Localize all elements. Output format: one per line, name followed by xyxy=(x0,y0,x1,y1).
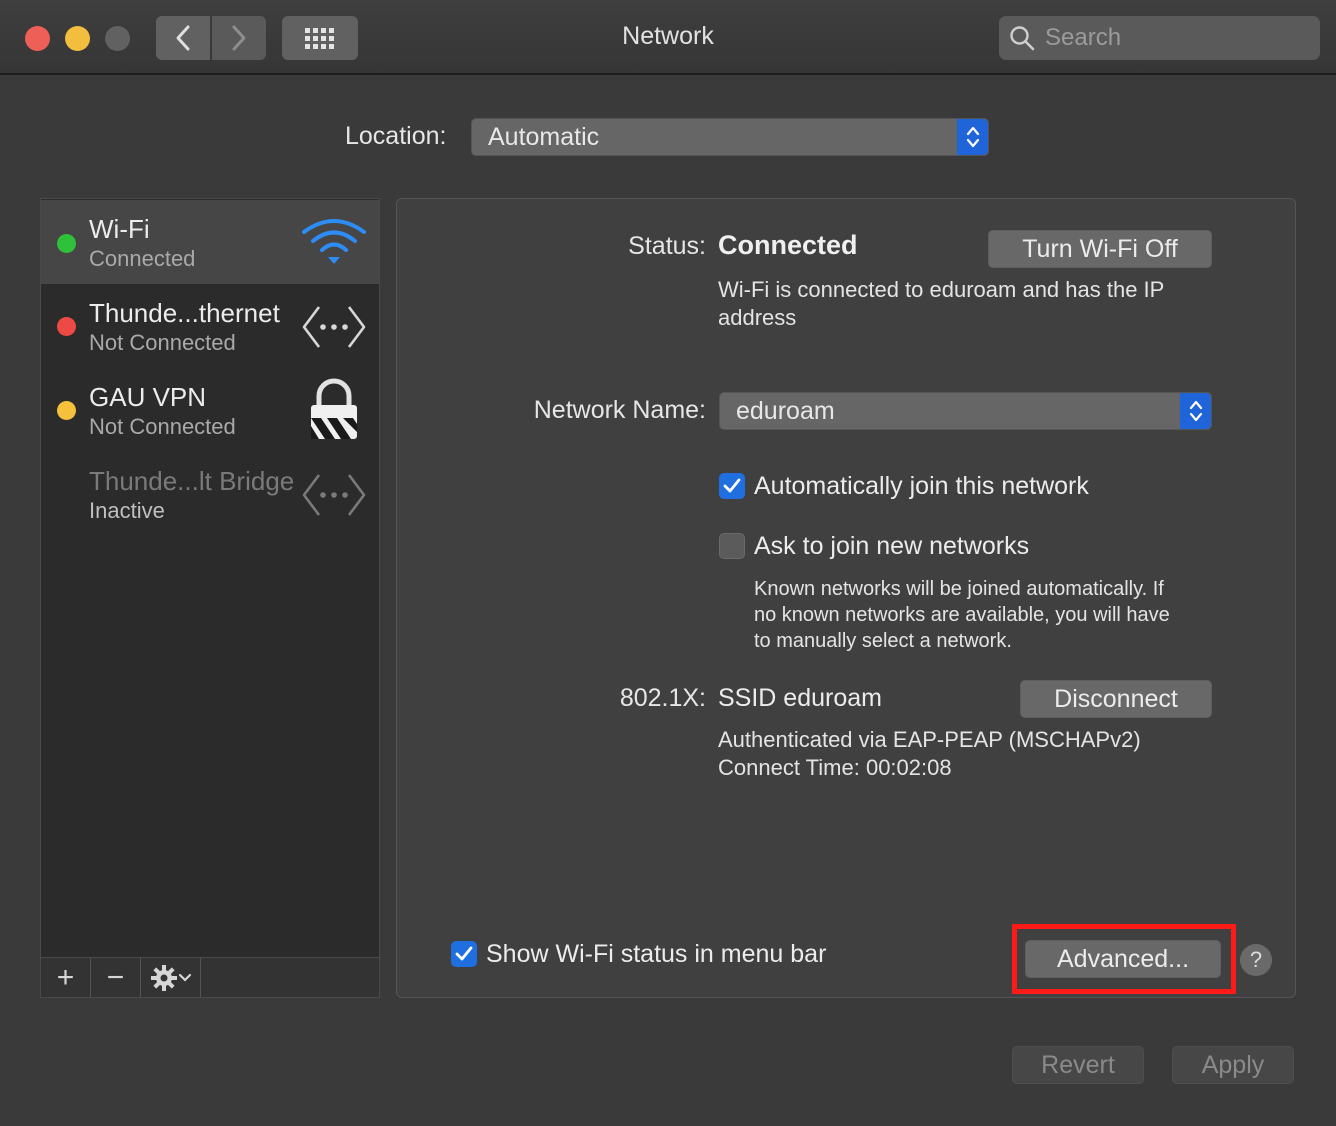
up-down-chevron-icon xyxy=(1189,400,1202,422)
gear-icon xyxy=(150,964,177,991)
status-dot xyxy=(57,401,76,420)
service-name: Thunde...thernet xyxy=(89,298,280,328)
help-button[interactable]: ? xyxy=(1240,944,1272,976)
show-status-label[interactable]: Show Wi-Fi status in menu bar xyxy=(486,940,826,969)
status-label: Status: xyxy=(628,232,706,260)
service-list: Wi-Fi Connected Thunde...thernet Not Con… xyxy=(40,198,380,958)
turn-wifi-off-button[interactable]: Turn Wi-Fi Off xyxy=(988,230,1212,268)
auto-join-label[interactable]: Automatically join this network xyxy=(754,472,1089,501)
ask-join-checkbox[interactable] xyxy=(719,533,745,559)
add-service-button[interactable]: + xyxy=(41,958,91,997)
status-dot xyxy=(57,234,76,253)
network-name-label: Network Name: xyxy=(533,396,706,424)
remove-service-button[interactable]: − xyxy=(91,958,141,997)
ask-join-help-line3: to manually select a network. xyxy=(754,630,1012,652)
search-input[interactable] xyxy=(1043,23,1307,53)
search-icon xyxy=(1010,26,1035,51)
status-description-line1: Wi-Fi is connected to eduroam and has th… xyxy=(718,277,1165,302)
service-name: GAU VPN xyxy=(89,382,207,412)
service-list-toolbar: + − xyxy=(40,957,380,998)
dot1x-value: SSID eduroam xyxy=(718,684,882,712)
service-item-gau-vpn[interactable]: GAU VPN Not Connected xyxy=(41,368,379,452)
lock-icon xyxy=(311,378,357,439)
highlight-box xyxy=(1012,924,1236,994)
ask-join-help-line1: Known networks will be joined automatica… xyxy=(754,578,1164,600)
revert-button[interactable]: Revert xyxy=(1012,1046,1144,1084)
status-dot xyxy=(57,317,76,336)
location-popup[interactable]: Automatic xyxy=(471,118,989,156)
location-label: Location: xyxy=(345,122,447,150)
up-down-chevron-icon xyxy=(966,126,979,148)
disconnect-button[interactable]: Disconnect xyxy=(1020,680,1212,718)
status-value: Connected xyxy=(718,230,858,260)
action-menu-button[interactable] xyxy=(141,958,201,997)
service-name: Wi-Fi xyxy=(89,214,150,244)
network-name-value: eduroam xyxy=(736,396,835,425)
service-status: Not Connected xyxy=(89,414,236,439)
show-status-checkbox[interactable] xyxy=(451,941,477,967)
auto-join-checkbox[interactable] xyxy=(719,473,745,499)
popup-stepper xyxy=(1180,393,1211,429)
popup-stepper xyxy=(957,119,988,155)
dot1x-label: 802.1X: xyxy=(619,684,706,712)
service-item-thunderbolt-bridge[interactable]: Thunde...lt Bridge Inactive xyxy=(41,452,379,536)
ethernet-icon xyxy=(302,306,366,348)
service-item-wifi[interactable]: Wi-Fi Connected xyxy=(41,200,379,284)
service-item-thunderbolt-ethernet[interactable]: Thunde...thernet Not Connected xyxy=(41,284,379,368)
apply-button[interactable]: Apply xyxy=(1172,1046,1294,1084)
location-value: Automatic xyxy=(488,122,600,151)
network-name-popup[interactable]: eduroam xyxy=(719,392,1212,430)
ethernet-icon xyxy=(302,474,366,516)
wifi-icon xyxy=(302,219,366,264)
service-status: Connected xyxy=(89,246,196,271)
service-status: Inactive xyxy=(89,498,165,523)
service-name: Thunde...lt Bridge xyxy=(89,466,295,496)
ask-join-label[interactable]: Ask to join new networks xyxy=(754,532,1029,561)
search-field[interactable] xyxy=(999,16,1320,60)
dot1x-auth: Authenticated via EAP-PEAP (MSCHAPv2) xyxy=(718,727,1141,752)
checkmark-icon xyxy=(723,478,741,493)
checkmark-icon xyxy=(455,946,473,961)
ask-join-help-line2: no known networks are available, you wil… xyxy=(754,604,1170,626)
service-status: Not Connected xyxy=(89,330,236,355)
chevron-down-icon xyxy=(178,973,191,982)
dot1x-connect-time: Connect Time: 00:02:08 xyxy=(718,755,952,780)
status-description-line2: address xyxy=(718,305,797,330)
